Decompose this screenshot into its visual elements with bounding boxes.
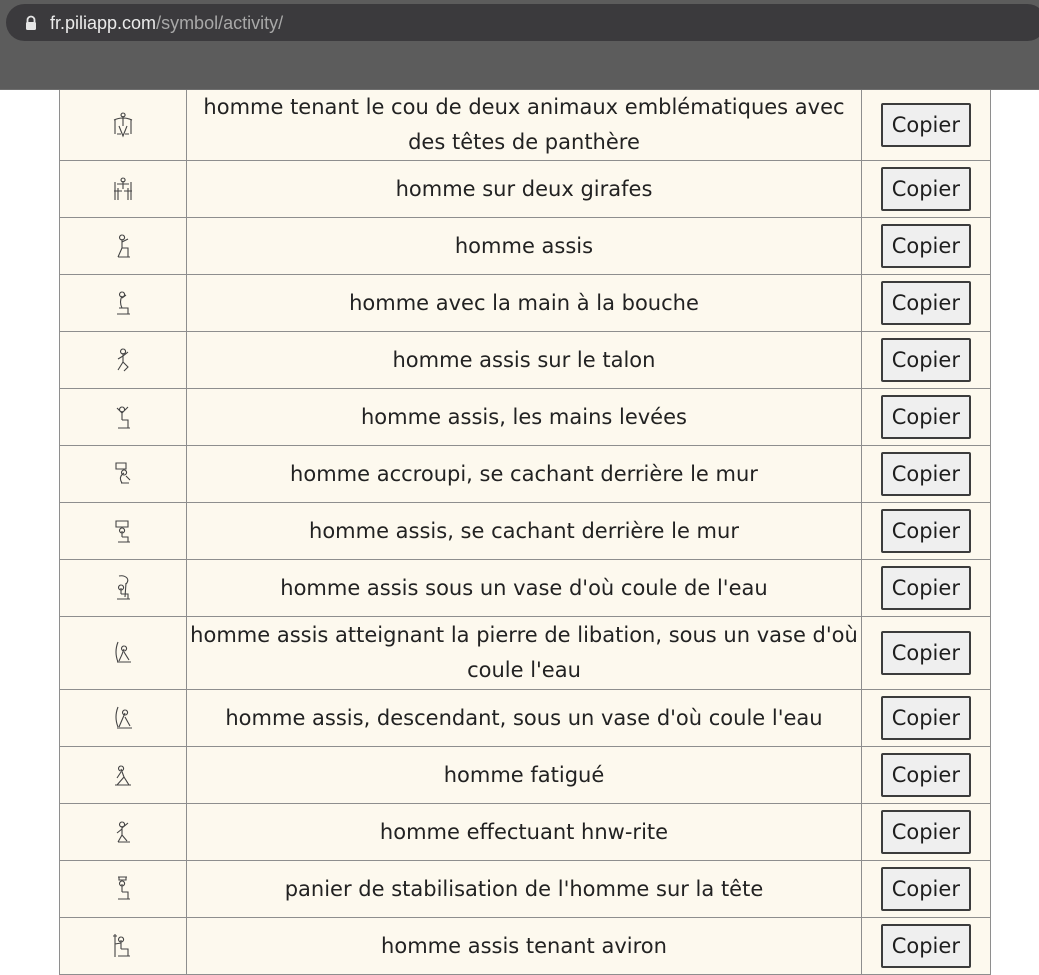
symbol-name: homme assis tenant aviron [186,917,862,975]
symbol-name: homme avec la main à la bouche [186,274,862,332]
table-row: homme assis, les mains levées Copier [58,388,992,446]
copy-button[interactable]: Copier [880,810,971,854]
symbol-cell[interactable] [58,274,188,332]
symbol-name: panier de stabilisation de l'homme sur l… [186,860,862,918]
table-row: homme assis atteignant la pierre de liba… [58,616,992,690]
symbol-cell[interactable] [58,331,188,389]
symbol-cell[interactable] [58,803,188,861]
table-row: homme assis Copier [58,217,992,275]
copy-button[interactable]: Copier [880,395,971,439]
symbol-cell[interactable] [58,559,188,617]
table-row: homme assis, descendant, sous un vase d'… [58,689,992,747]
symbol-cell[interactable] [58,746,188,804]
hieroglyph-seated-man-icon[interactable] [109,231,137,261]
table-row: homme sur deux girafes Copier [58,160,992,218]
hieroglyph-seated-man-libation-stone-icon[interactable] [109,638,137,668]
hieroglyph-crouching-man-behind-wall-icon[interactable] [109,459,137,489]
browser-chrome: fr.piliapp.com/symbol/activity/ [0,0,1039,90]
copy-cell: Copier [860,746,992,804]
symbol-name: homme assis sous un vase d'où coule de l… [186,559,862,617]
table-row: panier de stabilisation de l'homme sur l… [58,860,992,918]
symbol-cell[interactable] [58,689,188,747]
copy-cell: Copier [860,274,992,332]
copy-cell: Copier [860,217,992,275]
table-row: homme assis tenant aviron Copier [58,917,992,975]
symbol-cell[interactable] [58,217,188,275]
hieroglyph-man-seated-on-heel-icon[interactable] [109,345,137,375]
hieroglyph-tired-man-icon[interactable] [109,760,137,790]
hieroglyph-seated-man-descending-under-vase-icon[interactable] [109,703,137,733]
symbol-cell[interactable] [58,860,188,918]
copy-button[interactable]: Copier [880,924,971,968]
copy-cell: Copier [860,616,992,690]
table-row: homme assis sur le talon Copier [58,331,992,389]
symbol-cell[interactable] [58,90,188,161]
copy-cell: Copier [860,559,992,617]
copy-cell: Copier [860,160,992,218]
symbol-cell[interactable] [58,445,188,503]
copy-cell: Copier [860,803,992,861]
copy-cell: Copier [860,388,992,446]
symbol-name: homme assis, descendant, sous un vase d'… [186,689,862,747]
table-row: homme assis sous un vase d'où coule de l… [58,559,992,617]
hieroglyph-man-basket-on-head-icon[interactable] [109,874,137,904]
table-row: homme effectuant hnw-rite Copier [58,803,992,861]
copy-button[interactable]: Copier [880,167,971,211]
hieroglyph-man-performing-hnw-rite-icon[interactable] [109,817,137,847]
symbol-cell[interactable] [58,160,188,218]
copy-button[interactable]: Copier [880,224,971,268]
url-host: fr.piliapp.com [50,13,157,33]
symbol-name: homme sur deux girafes [186,160,862,218]
address-bar[interactable]: fr.piliapp.com/symbol/activity/ [6,4,1039,41]
hieroglyph-seated-man-behind-wall-icon[interactable] [109,516,137,546]
hieroglyph-seated-man-under-water-vase-icon[interactable] [109,573,137,603]
copy-button[interactable]: Copier [880,867,971,911]
copy-button[interactable]: Copier [880,509,971,553]
table-row: homme accroupi, se cachant derrière le m… [58,445,992,503]
symbol-name: homme assis, se cachant derrière le mur [186,502,862,560]
hieroglyph-man-hand-to-mouth-icon[interactable] [109,288,137,318]
hieroglyph-man-holding-necks-of-two-panther-headed-animals-icon[interactable] [109,110,137,140]
symbol-cell[interactable] [58,502,188,560]
hieroglyph-seated-man-holding-oar-icon[interactable] [109,931,137,961]
symbol-name: homme assis sur le talon [186,331,862,389]
table-row: homme fatigué Copier [58,746,992,804]
page-content: homme tenant le cou de deux animaux embl… [0,90,1039,975]
symbol-table: homme tenant le cou de deux animaux embl… [58,90,992,975]
copy-cell: Copier [860,860,992,918]
hieroglyph-man-on-two-giraffes-icon[interactable] [109,174,137,204]
symbol-name: homme accroupi, se cachant derrière le m… [186,445,862,503]
symbol-cell[interactable] [58,388,188,446]
table-row: homme tenant le cou de deux animaux embl… [58,90,992,161]
url-text[interactable]: fr.piliapp.com/symbol/activity/ [50,13,283,33]
copy-cell: Copier [860,331,992,389]
copy-button[interactable]: Copier [880,753,971,797]
copy-button[interactable]: Copier [880,631,971,675]
copy-button[interactable]: Copier [880,338,971,382]
symbol-name: homme tenant le cou de deux animaux embl… [186,90,862,161]
lock-icon [26,15,36,30]
symbol-cell[interactable] [58,917,188,975]
copy-button[interactable]: Copier [880,281,971,325]
table-row: homme assis, se cachant derrière le mur C… [58,502,992,560]
copy-button[interactable]: Copier [880,696,971,740]
copy-cell: Copier [860,502,992,560]
copy-cell: Copier [860,90,992,161]
symbol-name: homme effectuant hnw-rite [186,803,862,861]
symbol-name: homme fatigué [186,746,862,804]
hieroglyph-seated-man-hands-raised-icon[interactable] [109,402,137,432]
symbol-name: homme assis atteignant la pierre de liba… [186,616,862,690]
copy-button[interactable]: Copier [880,566,971,610]
url-path: /symbol/activity/ [156,13,284,33]
copy-cell: Copier [860,445,992,503]
copy-cell: Copier [860,689,992,747]
symbol-name: homme assis [186,217,862,275]
copy-button[interactable]: Copier [880,103,971,147]
table-row: homme avec la main à la bouche Copier [58,274,992,332]
copy-cell: Copier [860,917,992,975]
copy-button[interactable]: Copier [880,452,971,496]
symbol-name: homme assis, les mains levées [186,388,862,446]
symbol-cell[interactable] [58,616,188,690]
